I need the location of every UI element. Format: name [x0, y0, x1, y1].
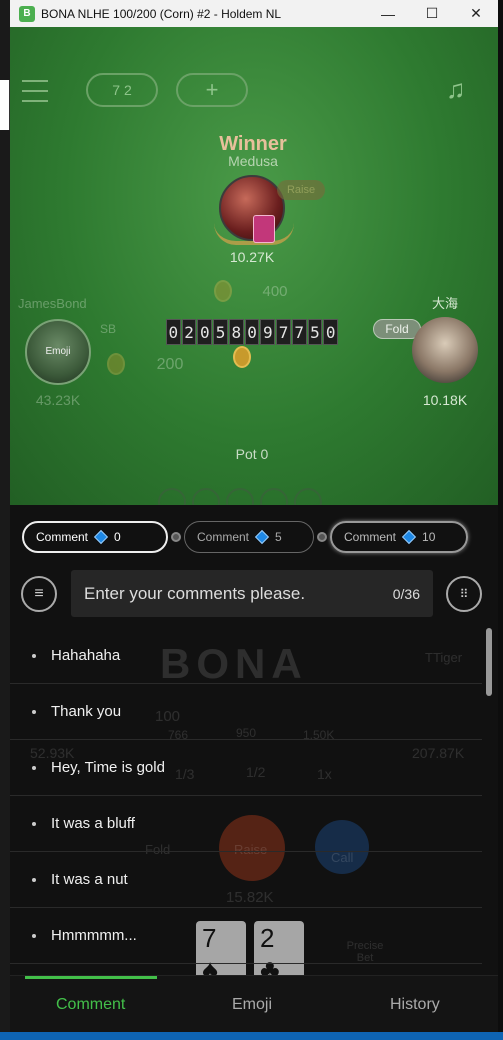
quick-comment-item[interactable]: It was a nut	[10, 852, 482, 908]
tab-history[interactable]: History	[390, 996, 440, 1014]
quick-comment-text: Hey, Time is gold	[51, 759, 165, 776]
counter-digit: 5	[213, 319, 228, 345]
window-titlebar: B BONA NLHE 100/200 (Corn) #2 - Holdem N…	[10, 0, 498, 27]
counter-digit: 2	[181, 319, 197, 345]
active-tab-indicator	[25, 976, 157, 979]
keyboard-icon[interactable]: ⠿	[446, 576, 482, 612]
bullet-icon	[32, 821, 36, 826]
comment-option-cost: 10	[422, 530, 436, 544]
pot-label: Pot 0	[235, 446, 269, 462]
comment-option-cost: 5	[275, 530, 282, 544]
winner-stack: 10.27K	[229, 249, 275, 265]
bottom-tabs: Comment Emoji History	[10, 975, 498, 1032]
bullet-icon	[32, 933, 36, 938]
minimize-button[interactable]: —	[366, 0, 410, 27]
left-player-action: Emoji	[45, 346, 71, 357]
comment-option-5[interactable]: Comment 5	[184, 521, 314, 553]
counter-digit: 5	[307, 319, 323, 345]
poker-table	[10, 27, 498, 505]
app-logo-icon: B	[19, 5, 35, 22]
tab-comment[interactable]: Comment	[56, 996, 125, 1014]
comment-option-label: Comment	[36, 530, 89, 544]
counter-digit: 9	[260, 319, 276, 345]
quick-comment-item[interactable]: It was a bluff	[10, 796, 482, 852]
chip-icon	[214, 280, 232, 302]
comment-option-label: Comment	[197, 530, 250, 544]
comment-input-placeholder: Enter your comments please.	[84, 583, 306, 603]
headset-icon[interactable]: ♫	[446, 74, 466, 105]
bullet-icon	[32, 765, 36, 770]
add-button[interactable]: +	[176, 73, 248, 107]
background-window-edge	[498, 0, 503, 1032]
separator-dot	[317, 532, 327, 542]
card-badge-icon	[253, 215, 275, 243]
left-chip-icon	[107, 353, 125, 375]
jackpot-counter: 0 2 0 5 8 0 9 7 7 5 0	[166, 319, 339, 345]
taskbar	[0, 1032, 503, 1040]
background-window-edge	[0, 80, 10, 130]
list-menu-icon[interactable]: ≡	[21, 576, 57, 612]
quick-comment-item[interactable]: Thank you	[10, 684, 482, 740]
window-title: BONA NLHE 100/200 (Corn) #2 - Holdem NL	[41, 6, 282, 21]
counter-digit: 0	[197, 319, 213, 345]
quick-comment-item[interactable]: Hahahaha	[10, 628, 482, 684]
left-player-bet: 200	[156, 356, 184, 373]
counter-digit: 0	[166, 319, 181, 345]
counter-digit: 7	[276, 319, 291, 345]
hamburger-menu-icon[interactable]	[22, 80, 48, 102]
quick-comment-text: It was a nut	[51, 871, 128, 888]
comment-option-cost: 0	[114, 530, 121, 544]
comment-option-label: Comment	[344, 530, 397, 544]
bullet-icon	[32, 877, 36, 882]
hand-cards-pill[interactable]: 7 2	[86, 73, 158, 107]
right-player-avatar[interactable]	[412, 317, 478, 383]
counter-digit: 0	[244, 319, 260, 345]
comment-options: Comment 0 Comment 5 Comment 10	[22, 521, 468, 553]
comment-option-10[interactable]: Comment 10	[330, 521, 468, 553]
pot-chip-icon	[233, 346, 251, 368]
diamond-icon	[93, 529, 109, 545]
tab-emoji[interactable]: Emoji	[232, 996, 272, 1014]
list-scrollbar[interactable]	[486, 628, 492, 696]
center-bet: 400	[262, 283, 288, 300]
maximize-button[interactable]: ☐	[410, 0, 454, 27]
comment-char-count: 0/36	[392, 585, 420, 602]
quick-comment-text: Hahahaha	[51, 647, 121, 664]
left-player-name: JamesBond	[18, 296, 87, 311]
close-button[interactable]: ✕	[454, 0, 498, 27]
separator-dot	[171, 532, 181, 542]
counter-digit: 7	[291, 319, 307, 345]
quick-comment-text: It was a bluff	[51, 815, 135, 832]
diamond-icon	[401, 529, 417, 545]
comment-option-free[interactable]: Comment 0	[22, 521, 168, 553]
winner-name: Medusa	[228, 153, 278, 169]
counter-digit: 0	[323, 319, 339, 345]
diamond-icon	[254, 529, 270, 545]
quick-comment-item[interactable]: Hey, Time is gold	[10, 740, 482, 796]
bullet-icon	[32, 709, 36, 714]
quick-comment-text: Thank you	[51, 703, 122, 720]
counter-digit: 8	[228, 319, 244, 345]
quick-comment-list: Hahahaha Thank you Hey, Time is gold It …	[10, 628, 498, 968]
bullet-icon	[32, 653, 36, 658]
comment-input[interactable]: Enter your comments please. 0/36	[71, 570, 433, 617]
left-player-bet-tag: SB	[99, 322, 116, 336]
right-player-name: 大海	[431, 296, 458, 311]
winner-action-tag: Raise	[277, 180, 325, 200]
left-player-stack: 43.23K	[35, 392, 81, 408]
quick-comment-item[interactable]: Hmmmmm...	[10, 908, 482, 964]
quick-comment-text: Hmmmmm...	[51, 927, 137, 944]
right-player-stack: 10.18K	[422, 392, 468, 408]
